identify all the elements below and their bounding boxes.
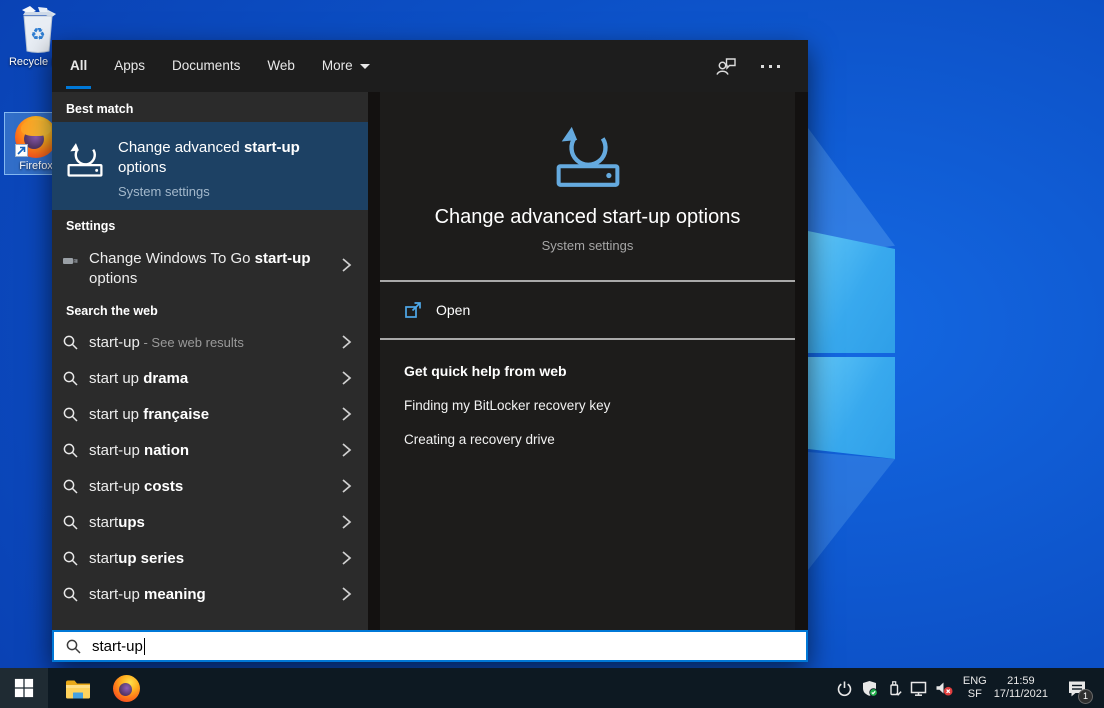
chevron-down-icon bbox=[360, 64, 370, 69]
start-icon bbox=[14, 678, 34, 698]
settings-result[interactable]: Change Windows To Go start-up options bbox=[52, 239, 368, 295]
web-suggestion-row[interactable]: start-up costs bbox=[52, 468, 368, 504]
search-icon bbox=[62, 550, 79, 567]
security-shield-icon[interactable] bbox=[857, 668, 882, 708]
search-icon bbox=[65, 638, 82, 655]
firefox-taskbar-button[interactable] bbox=[102, 668, 150, 708]
svg-text:♻: ♻ bbox=[30, 25, 45, 44]
power-tray-icon[interactable] bbox=[832, 668, 857, 708]
search-filter-tabs: All Apps Documents Web More bbox=[52, 40, 808, 92]
chevron-right-icon bbox=[340, 514, 352, 530]
chevron-right-icon bbox=[340, 257, 352, 273]
desktop: ♻ Recycle Bin Firefox All Apps Documents… bbox=[0, 0, 1104, 708]
search-icon bbox=[62, 514, 79, 531]
language-indicator[interactable]: ENG SF bbox=[963, 675, 987, 701]
help-section-header: Get quick help from web bbox=[404, 363, 771, 379]
tab-documents[interactable]: Documents bbox=[172, 40, 240, 92]
search-results-list: Best match Change advanced start-up opti… bbox=[52, 92, 368, 630]
taskbar: ENG SF 21:59 17/11/2021 1 bbox=[0, 668, 1104, 708]
wallpaper-light-beam bbox=[808, 452, 895, 570]
firefox-icon bbox=[113, 675, 140, 702]
system-tray: ENG SF 21:59 17/11/2021 1 bbox=[832, 668, 1104, 708]
feedback-icon[interactable] bbox=[715, 56, 737, 77]
network-icon[interactable] bbox=[907, 668, 932, 708]
shortcut-arrow-icon bbox=[15, 144, 28, 157]
search-icon bbox=[62, 442, 79, 459]
open-label: Open bbox=[436, 302, 470, 318]
windows-search-flyout: All Apps Documents Web More Best match bbox=[52, 40, 808, 662]
web-suggestion-row[interactable]: start up drama bbox=[52, 360, 368, 396]
text-cursor bbox=[144, 638, 145, 655]
chevron-right-icon bbox=[340, 442, 352, 458]
web-suggestion-row[interactable]: startup series bbox=[52, 540, 368, 576]
chevron-right-icon bbox=[340, 478, 352, 494]
preview-pane-gutter: Change advanced start-up options System … bbox=[368, 92, 808, 630]
search-icon bbox=[62, 478, 79, 495]
chevron-right-icon bbox=[340, 586, 352, 602]
chevron-right-icon bbox=[340, 334, 352, 350]
settings-section-header: Settings bbox=[52, 210, 368, 239]
preview-subtitle: System settings bbox=[542, 238, 634, 253]
best-match-subtitle: System settings bbox=[118, 184, 300, 199]
usb-eject-icon[interactable] bbox=[882, 668, 907, 708]
clock[interactable]: 21:59 17/11/2021 bbox=[994, 675, 1048, 701]
preview-title: Change advanced start-up options bbox=[435, 206, 741, 229]
web-suggestion-row[interactable]: start-up meaning bbox=[52, 576, 368, 612]
help-link-bitlocker[interactable]: Finding my BitLocker recovery key bbox=[404, 398, 771, 413]
action-center-button[interactable]: 1 bbox=[1064, 668, 1090, 708]
best-match-result[interactable]: Change advanced start-up options System … bbox=[52, 122, 368, 210]
open-external-icon bbox=[404, 301, 422, 319]
search-input[interactable]: start-up bbox=[52, 630, 808, 662]
web-suggestion-row[interactable]: startups bbox=[52, 504, 368, 540]
web-suggestion-row[interactable]: start-up - See web results bbox=[52, 324, 368, 360]
search-icon bbox=[62, 406, 79, 423]
search-icon bbox=[62, 586, 79, 603]
help-link-recovery-drive[interactable]: Creating a recovery drive bbox=[404, 432, 771, 447]
file-explorer-icon bbox=[65, 678, 91, 699]
chevron-right-icon bbox=[340, 370, 352, 386]
web-suggestion-row[interactable]: start up française bbox=[52, 396, 368, 432]
firefox-label: Firefox bbox=[19, 160, 53, 172]
notification-badge: 1 bbox=[1078, 689, 1093, 704]
search-query-text: start-up bbox=[92, 638, 143, 655]
start-button[interactable] bbox=[0, 668, 48, 708]
search-icon bbox=[62, 334, 79, 351]
chevron-right-icon bbox=[340, 406, 352, 422]
restart-icon bbox=[554, 126, 622, 188]
windows-logo-pane bbox=[808, 357, 895, 461]
restart-icon bbox=[66, 140, 104, 180]
search-icon bbox=[62, 370, 79, 387]
tab-apps[interactable]: Apps bbox=[114, 40, 145, 92]
more-options-icon[interactable] bbox=[761, 65, 780, 68]
preview-pane: Change advanced start-up options System … bbox=[380, 92, 795, 630]
tab-all[interactable]: All bbox=[70, 40, 87, 92]
windows-logo-pane bbox=[808, 228, 895, 353]
web-section-header: Search the web bbox=[52, 295, 368, 324]
best-match-section-header: Best match bbox=[52, 92, 368, 122]
tab-more[interactable]: More bbox=[322, 40, 370, 92]
volume-muted-icon[interactable] bbox=[932, 668, 957, 708]
file-explorer-button[interactable] bbox=[54, 668, 102, 708]
web-suggestion-row[interactable]: start-up nation bbox=[52, 432, 368, 468]
chevron-right-icon bbox=[340, 550, 352, 566]
tab-web[interactable]: Web bbox=[267, 40, 295, 92]
usb-drive-icon bbox=[62, 252, 79, 269]
open-action[interactable]: Open bbox=[380, 282, 795, 338]
